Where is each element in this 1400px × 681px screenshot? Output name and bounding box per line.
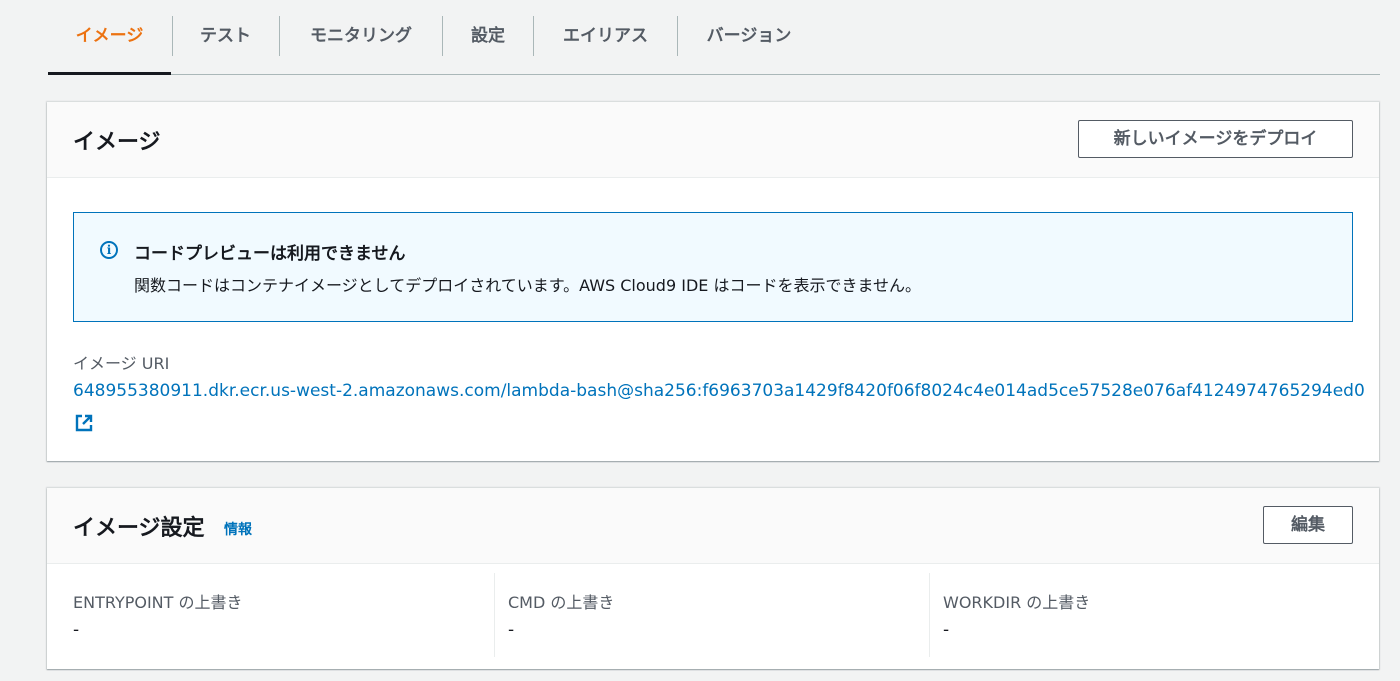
tab-versions[interactable]: バージョン [678,0,820,74]
entrypoint-value: - [73,620,80,640]
entrypoint-field: ENTRYPOINT の上書き - [73,565,493,661]
info-link[interactable]: 情報 [224,519,252,539]
workdir-field: WORKDIR の上書き - [943,565,1363,661]
image-settings-title: イメージ設定 [73,516,205,541]
cmd-value: - [508,620,515,640]
cmd-label: CMD の上書き [508,593,615,612]
deploy-new-image-button[interactable]: 新しいイメージをデプロイ [1078,120,1353,158]
tab-image[interactable]: イメージ [48,0,171,75]
tab-aliases[interactable]: エイリアス [534,0,677,74]
image-uri-link[interactable]: 648955380911.dkr.ecr.us-west-2.amazonaws… [73,381,1365,401]
column-divider [929,573,930,657]
image-panel-title: イメージ [73,130,161,155]
workdir-value: - [943,620,950,640]
image-settings-fields: ENTRYPOINT の上書き - CMD の上書き - WORKDIR の上書… [47,565,1379,669]
entrypoint-label: ENTRYPOINT の上書き [73,593,243,612]
workdir-label: WORKDIR の上書き [943,593,1091,612]
alert-title: コードプレビューは利用できません [134,244,406,264]
image-uri-label: イメージ URI [73,354,170,373]
tab-monitoring[interactable]: モニタリング [280,0,442,74]
code-preview-unavailable-alert: i コードプレビューは利用できません 関数コードはコンテナイメージとしてデプロイ… [73,212,1353,322]
tab-test[interactable]: テスト [173,0,278,74]
edit-button[interactable]: 編集 [1263,506,1353,544]
info-icon: i [100,241,118,259]
image-panel-header: イメージ 新しいイメージをデプロイ [47,102,1379,178]
tab-bar: イメージ テスト モニタリング 設定 エイリアス バージョン [48,0,1380,75]
alert-body: 関数コードはコンテナイメージとしてデプロイされています。AWS Cloud9 I… [134,276,921,295]
image-settings-header: イメージ設定 情報 編集 [47,488,1379,564]
cmd-field: CMD の上書き - [508,565,928,661]
external-link-icon[interactable] [74,413,94,433]
image-panel: イメージ 新しいイメージをデプロイ i コードプレビューは利用できません 関数コ… [47,102,1379,461]
column-divider [494,573,495,657]
image-settings-panel: イメージ設定 情報 編集 ENTRYPOINT の上書き - CMD の上書き … [47,488,1379,669]
tab-settings[interactable]: 設定 [443,0,533,74]
